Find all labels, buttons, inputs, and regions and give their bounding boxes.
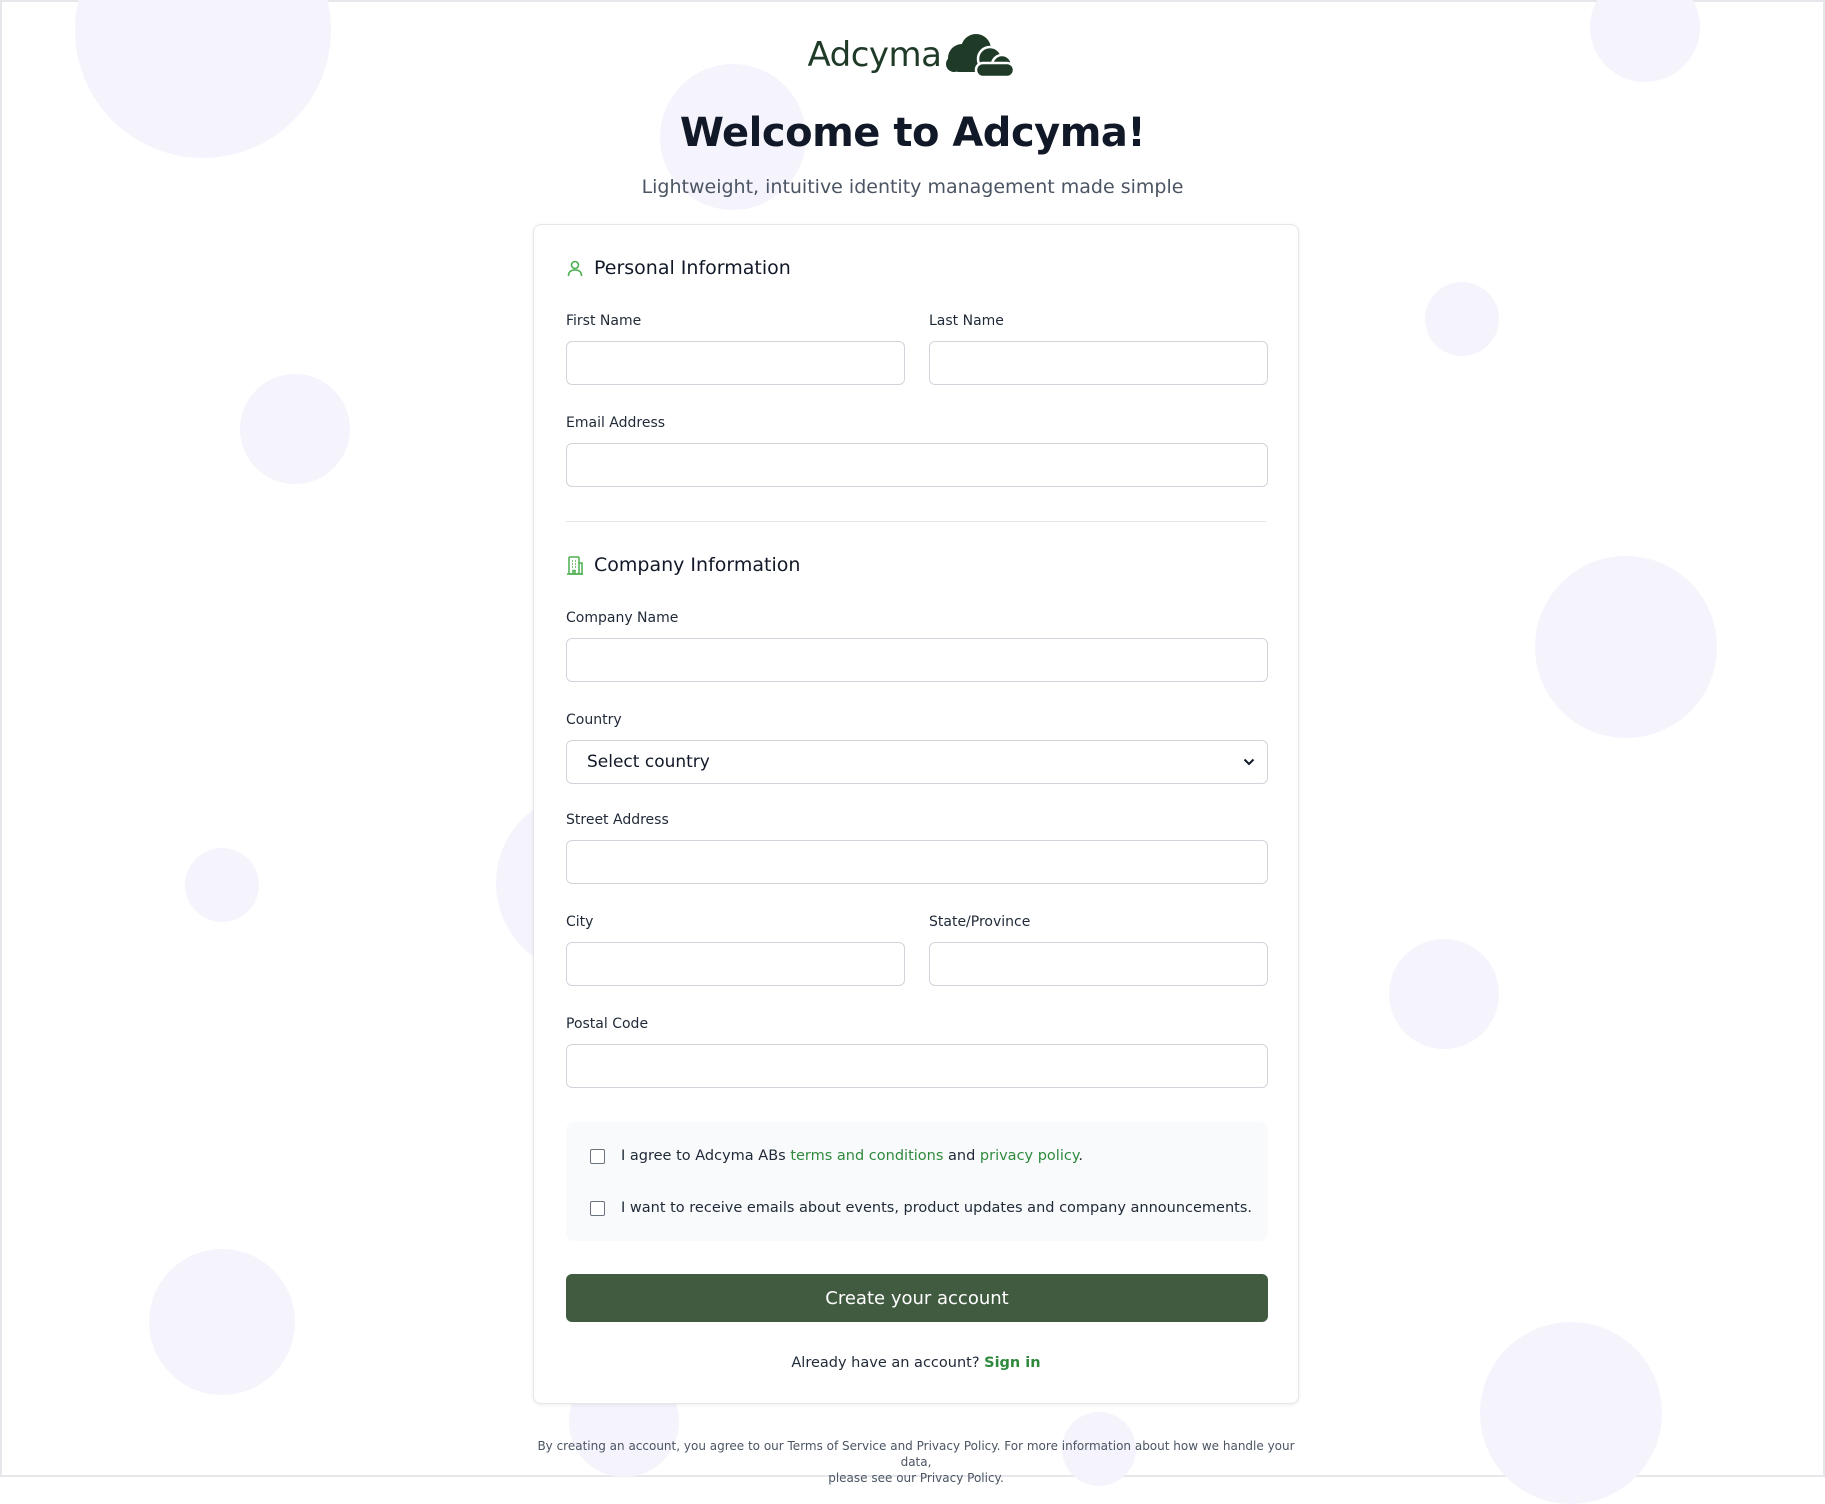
marketing-consent-text: I want to receive emails about events, p… bbox=[621, 1200, 1252, 1216]
marketing-consent-row: I want to receive emails about events, p… bbox=[590, 1200, 1252, 1216]
privacy-policy-link[interactable]: privacy policy bbox=[980, 1148, 1078, 1164]
email-input[interactable] bbox=[566, 443, 1268, 487]
terms-and: and bbox=[943, 1148, 980, 1164]
marketing-checkbox[interactable] bbox=[590, 1200, 605, 1216]
create-account-button[interactable]: Create your account bbox=[566, 1274, 1268, 1322]
signin-link[interactable]: Sign in bbox=[984, 1355, 1040, 1371]
last-name-label: Last Name bbox=[929, 313, 1004, 329]
first-name-label: First Name bbox=[566, 313, 642, 329]
terms-consent-row: I agree to Adcyma ABs terms and conditio… bbox=[590, 1148, 1083, 1164]
street-label: Street Address bbox=[566, 812, 669, 828]
street-input[interactable] bbox=[566, 840, 1268, 884]
footer-legal-text: By creating an account, you agree to our… bbox=[533, 1438, 1299, 1486]
building-icon bbox=[567, 556, 583, 575]
background-bubble bbox=[1535, 556, 1717, 738]
terms-checkbox[interactable] bbox=[590, 1148, 605, 1164]
postal-code-input[interactable] bbox=[566, 1044, 1268, 1088]
consent-panel: I agree to Adcyma ABs terms and conditio… bbox=[566, 1122, 1268, 1241]
state-label: State/Province bbox=[929, 914, 1031, 930]
page-title: Welcome to Adcyma! bbox=[679, 110, 1146, 156]
company-name-label: Company Name bbox=[566, 610, 679, 626]
last-name-input[interactable] bbox=[929, 341, 1268, 385]
background-bubble bbox=[149, 1249, 295, 1395]
section-divider bbox=[566, 521, 1266, 522]
company-name-input[interactable] bbox=[566, 638, 1268, 682]
company-section-title: Company Information bbox=[566, 554, 800, 576]
country-label: Country bbox=[566, 712, 622, 728]
page-header: Adcyma Welcome to Adcyma! Lightweight, i… bbox=[2, 32, 1823, 198]
brand-name: Adcyma bbox=[807, 35, 942, 75]
background-bubble bbox=[240, 374, 350, 484]
state-input[interactable] bbox=[929, 942, 1268, 986]
footer-line-2: please see our Privacy Policy. bbox=[828, 1471, 1004, 1485]
personal-section-label: Personal Information bbox=[594, 257, 791, 279]
cloud-icon bbox=[945, 34, 1015, 78]
signup-card: Personal Information First Name Last Nam… bbox=[533, 224, 1299, 1404]
signin-prompt-text: Already have an account? bbox=[791, 1355, 985, 1371]
country-select[interactable]: Select country bbox=[566, 740, 1268, 784]
terms-consent-text: I agree to Adcyma ABs terms and conditio… bbox=[621, 1148, 1083, 1164]
background-bubble bbox=[1389, 939, 1499, 1049]
page-subtitle: Lightweight, intuitive identity manageme… bbox=[641, 176, 1184, 198]
country-select-value: Select country bbox=[587, 752, 710, 772]
personal-section-title: Personal Information bbox=[566, 257, 791, 279]
terms-link[interactable]: terms and conditions bbox=[790, 1148, 943, 1164]
city-input[interactable] bbox=[566, 942, 905, 986]
footer-line-1: By creating an account, you agree to our… bbox=[537, 1439, 1295, 1469]
city-label: City bbox=[566, 914, 594, 930]
company-section-label: Company Information bbox=[594, 554, 801, 576]
email-label: Email Address bbox=[566, 415, 666, 431]
signin-prompt: Already have an account? Sign in bbox=[534, 1355, 1298, 1371]
chevron-down-icon bbox=[1243, 758, 1255, 766]
user-icon bbox=[567, 260, 583, 277]
terms-suffix: . bbox=[1078, 1148, 1083, 1164]
background-bubble bbox=[185, 848, 259, 922]
terms-prefix: I agree to Adcyma ABs bbox=[621, 1148, 791, 1164]
first-name-input[interactable] bbox=[566, 341, 905, 385]
brand-logo: Adcyma bbox=[807, 32, 1017, 78]
background-bubble bbox=[1425, 282, 1499, 356]
postal-code-label: Postal Code bbox=[566, 1016, 649, 1032]
